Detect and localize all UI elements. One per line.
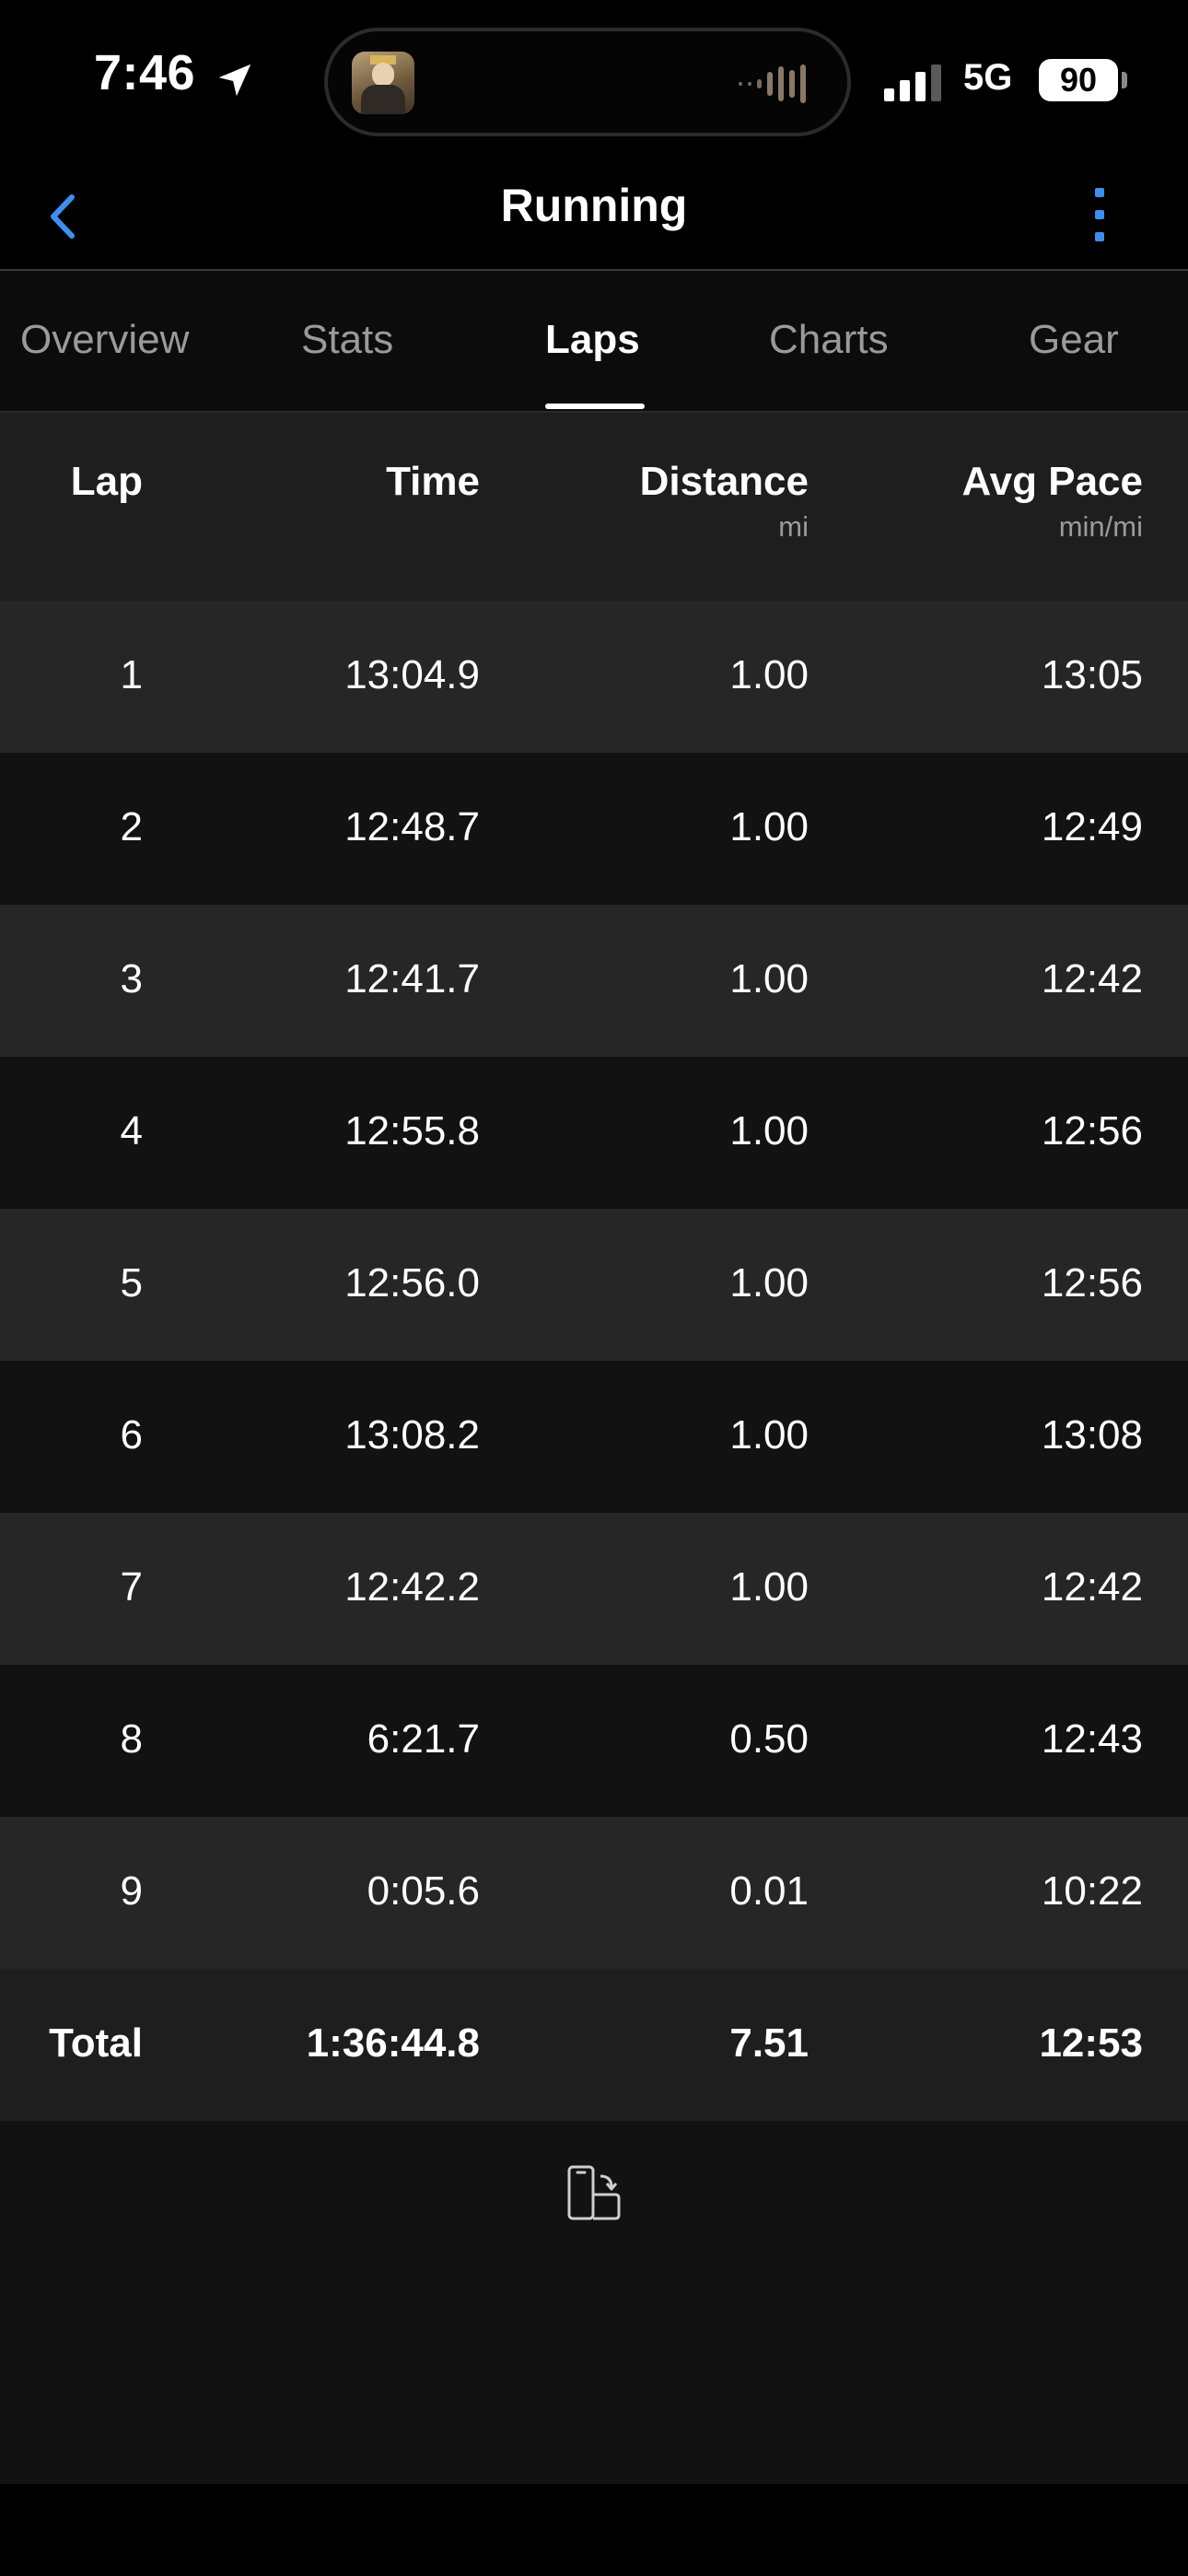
cell-distance: 0.01 [729, 1868, 809, 1914]
table-row[interactable]: 5 12:56.0 1.00 12:56 [0, 1209, 1188, 1361]
cell-lap: 2 [120, 804, 143, 849]
cell-distance: 1.00 [729, 1564, 809, 1610]
table-row[interactable]: 1 13:04.9 1.00 13:05 [0, 601, 1188, 753]
now-playing-avatar [352, 52, 414, 114]
table-row[interactable]: 2 12:48.7 1.00 12:49 [0, 753, 1188, 905]
tab-overview[interactable]: Overview [20, 317, 189, 363]
cell-distance: 1.00 [729, 1412, 809, 1458]
cell-lap: 3 [120, 956, 143, 1001]
table-row[interactable]: 6 13:08.2 1.00 13:08 [0, 1361, 1188, 1513]
cell-time: 13:04.9 [344, 652, 480, 697]
tab-bar: Overview Stats Laps Charts Gear [0, 271, 1188, 413]
cell-distance: 1.00 [729, 804, 809, 849]
laps-table: Lap Time Distance mi Avg Pace min/mi 1 1… [0, 413, 1188, 2484]
cell-distance: 1.00 [729, 1108, 809, 1153]
location-arrow-icon [218, 64, 251, 97]
cell-pace: 13:08 [1041, 1412, 1143, 1458]
tab-charts[interactable]: Charts [769, 317, 889, 363]
cell-distance: 0.50 [729, 1716, 809, 1762]
active-tab-indicator [545, 404, 645, 409]
header-avg-pace: Avg Pace [961, 459, 1143, 504]
table-header: Lap Time Distance mi Avg Pace min/mi [0, 413, 1188, 601]
cell-lap: 8 [120, 1716, 143, 1762]
cell-lap: 9 [120, 1868, 143, 1914]
cell-distance: 1.00 [729, 956, 809, 1001]
cell-pace: 12:49 [1041, 804, 1143, 849]
header-pace-unit: min/mi [1058, 510, 1143, 543]
cell-pace: 12:43 [1041, 1716, 1143, 1762]
cell-time: 6:21.7 [367, 1716, 480, 1762]
cell-lap: 4 [120, 1108, 143, 1153]
cell-time: 12:48.7 [344, 804, 480, 849]
cell-lap: 6 [120, 1412, 143, 1458]
table-row[interactable]: 8 6:21.7 0.50 12:43 [0, 1665, 1188, 1817]
battery-icon: 90 [1039, 59, 1118, 101]
vertical-ellipsis-icon[interactable] [1077, 179, 1122, 252]
total-distance: 7.51 [729, 2020, 809, 2066]
table-row[interactable]: 4 12:55.8 1.00 12:56 [0, 1057, 1188, 1209]
page: 7:46 5G 90 Running Overview Stats Laps C… [0, 0, 1188, 2576]
total-row: Total 1:36:44.8 7.51 12:53 [0, 1969, 1188, 2121]
cell-lap: 7 [120, 1564, 143, 1610]
cell-pace: 12:56 [1041, 1260, 1143, 1306]
table-row[interactable]: 9 0:05.6 0.01 10:22 [0, 1817, 1188, 1969]
cell-signal-icon [884, 64, 941, 101]
rotate-to-landscape-icon[interactable] [564, 2163, 624, 2224]
tab-stats[interactable]: Stats [301, 317, 393, 363]
cell-lap: 1 [120, 652, 143, 697]
battery-tip [1122, 72, 1127, 88]
cell-pace: 13:05 [1041, 652, 1143, 697]
cell-pace: 10:22 [1041, 1868, 1143, 1914]
page-title: Running [500, 180, 688, 231]
nav-bar: Running [0, 157, 1188, 271]
cell-distance: 1.00 [729, 652, 809, 697]
bottom-safe-area [0, 2484, 1188, 2576]
header-lap: Lap [70, 459, 143, 504]
tab-gear[interactable]: Gear [1029, 317, 1119, 363]
total-time: 1:36:44.8 [306, 2020, 480, 2066]
cell-time: 12:55.8 [344, 1108, 480, 1153]
tab-laps[interactable]: Laps [545, 317, 640, 363]
cell-time: 12:42.2 [344, 1564, 480, 1610]
cell-distance: 1.00 [729, 1260, 809, 1306]
total-label: Total [49, 2020, 143, 2066]
cell-lap: 5 [120, 1260, 143, 1306]
dynamic-island[interactable] [324, 28, 851, 136]
cell-time: 12:41.7 [344, 956, 480, 1001]
table-row[interactable]: 7 12:42.2 1.00 12:42 [0, 1513, 1188, 1665]
cell-time: 0:05.6 [367, 1868, 480, 1914]
cell-pace: 12:42 [1041, 956, 1143, 1001]
network-label: 5G [963, 57, 1013, 98]
header-distance: Distance [639, 459, 809, 504]
table-row[interactable]: 3 12:41.7 1.00 12:42 [0, 905, 1188, 1057]
cell-pace: 12:56 [1041, 1108, 1143, 1153]
header-time: Time [386, 459, 480, 504]
cell-time: 12:56.0 [344, 1260, 480, 1306]
header-distance-unit: mi [778, 510, 809, 543]
status-time: 7:46 [94, 45, 196, 100]
status-bar: 7:46 5G 90 [0, 0, 1188, 157]
audio-wave-icon [739, 64, 806, 103]
cell-pace: 12:42 [1041, 1564, 1143, 1610]
total-pace: 12:53 [1039, 2020, 1143, 2066]
cell-time: 13:08.2 [344, 1412, 480, 1458]
